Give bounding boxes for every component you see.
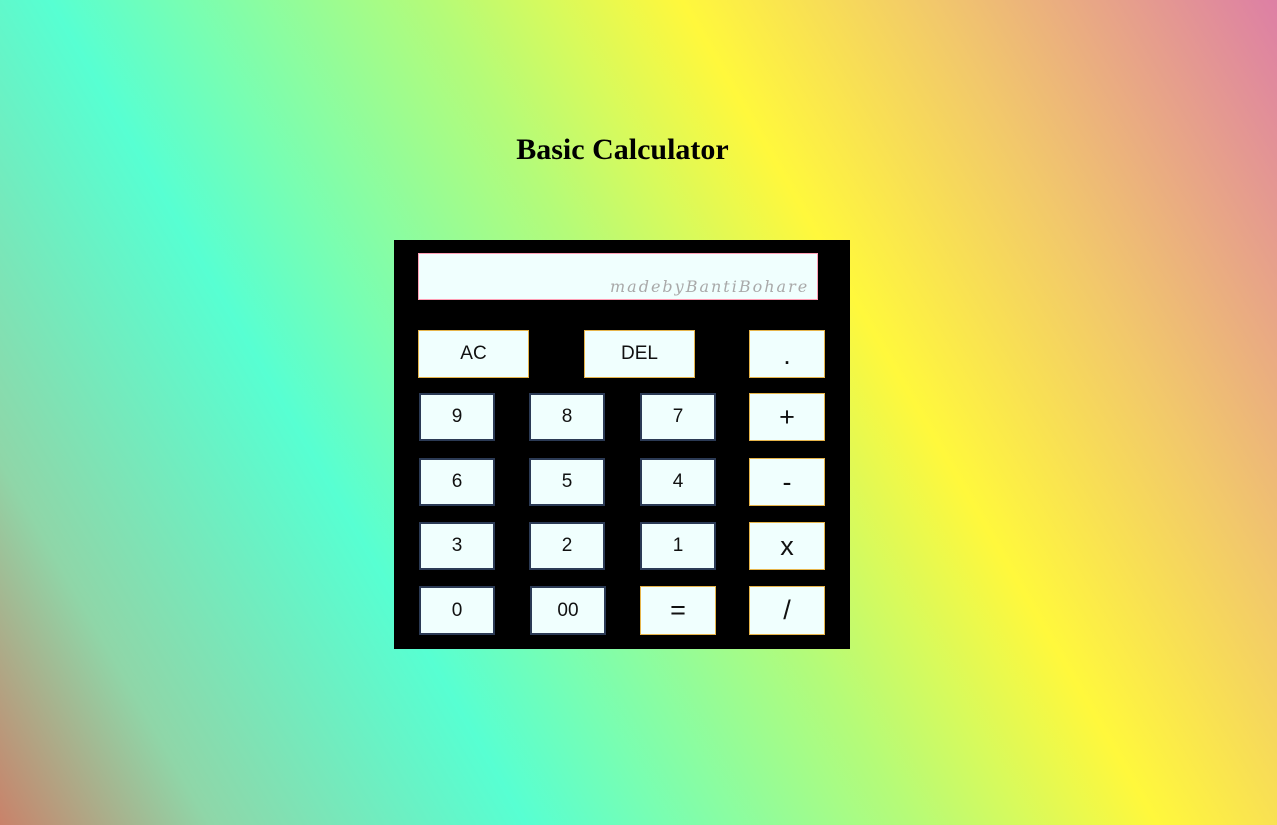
digit-9-button[interactable]: 9: [419, 393, 495, 441]
equals-button[interactable]: =: [640, 586, 716, 635]
delete-button[interactable]: DEL: [584, 330, 695, 378]
digit-2-button[interactable]: 2: [529, 522, 605, 570]
digit-0-button[interactable]: 0: [419, 586, 495, 635]
double-zero-button[interactable]: 00: [530, 586, 606, 635]
digit-7-button[interactable]: 7: [640, 393, 716, 441]
digit-3-button[interactable]: 3: [419, 522, 495, 570]
multiply-button[interactable]: x: [749, 522, 825, 570]
digit-5-button[interactable]: 5: [529, 458, 605, 506]
divide-button[interactable]: /: [749, 586, 825, 635]
add-button[interactable]: +: [749, 393, 825, 441]
digit-1-button[interactable]: 1: [640, 522, 716, 570]
digit-8-button[interactable]: 8: [529, 393, 605, 441]
page-title: Basic Calculator: [516, 133, 729, 166]
calculator-panel: madebyBantiBohare AC DEL . 9 8 7 + 6 5 4…: [394, 240, 850, 649]
clear-all-button[interactable]: AC: [418, 330, 529, 378]
subtract-button[interactable]: -: [749, 458, 825, 506]
decimal-point-button[interactable]: .: [749, 330, 825, 378]
digit-6-button[interactable]: 6: [419, 458, 495, 506]
digit-4-button[interactable]: 4: [640, 458, 716, 506]
display-field[interactable]: [418, 253, 818, 300]
